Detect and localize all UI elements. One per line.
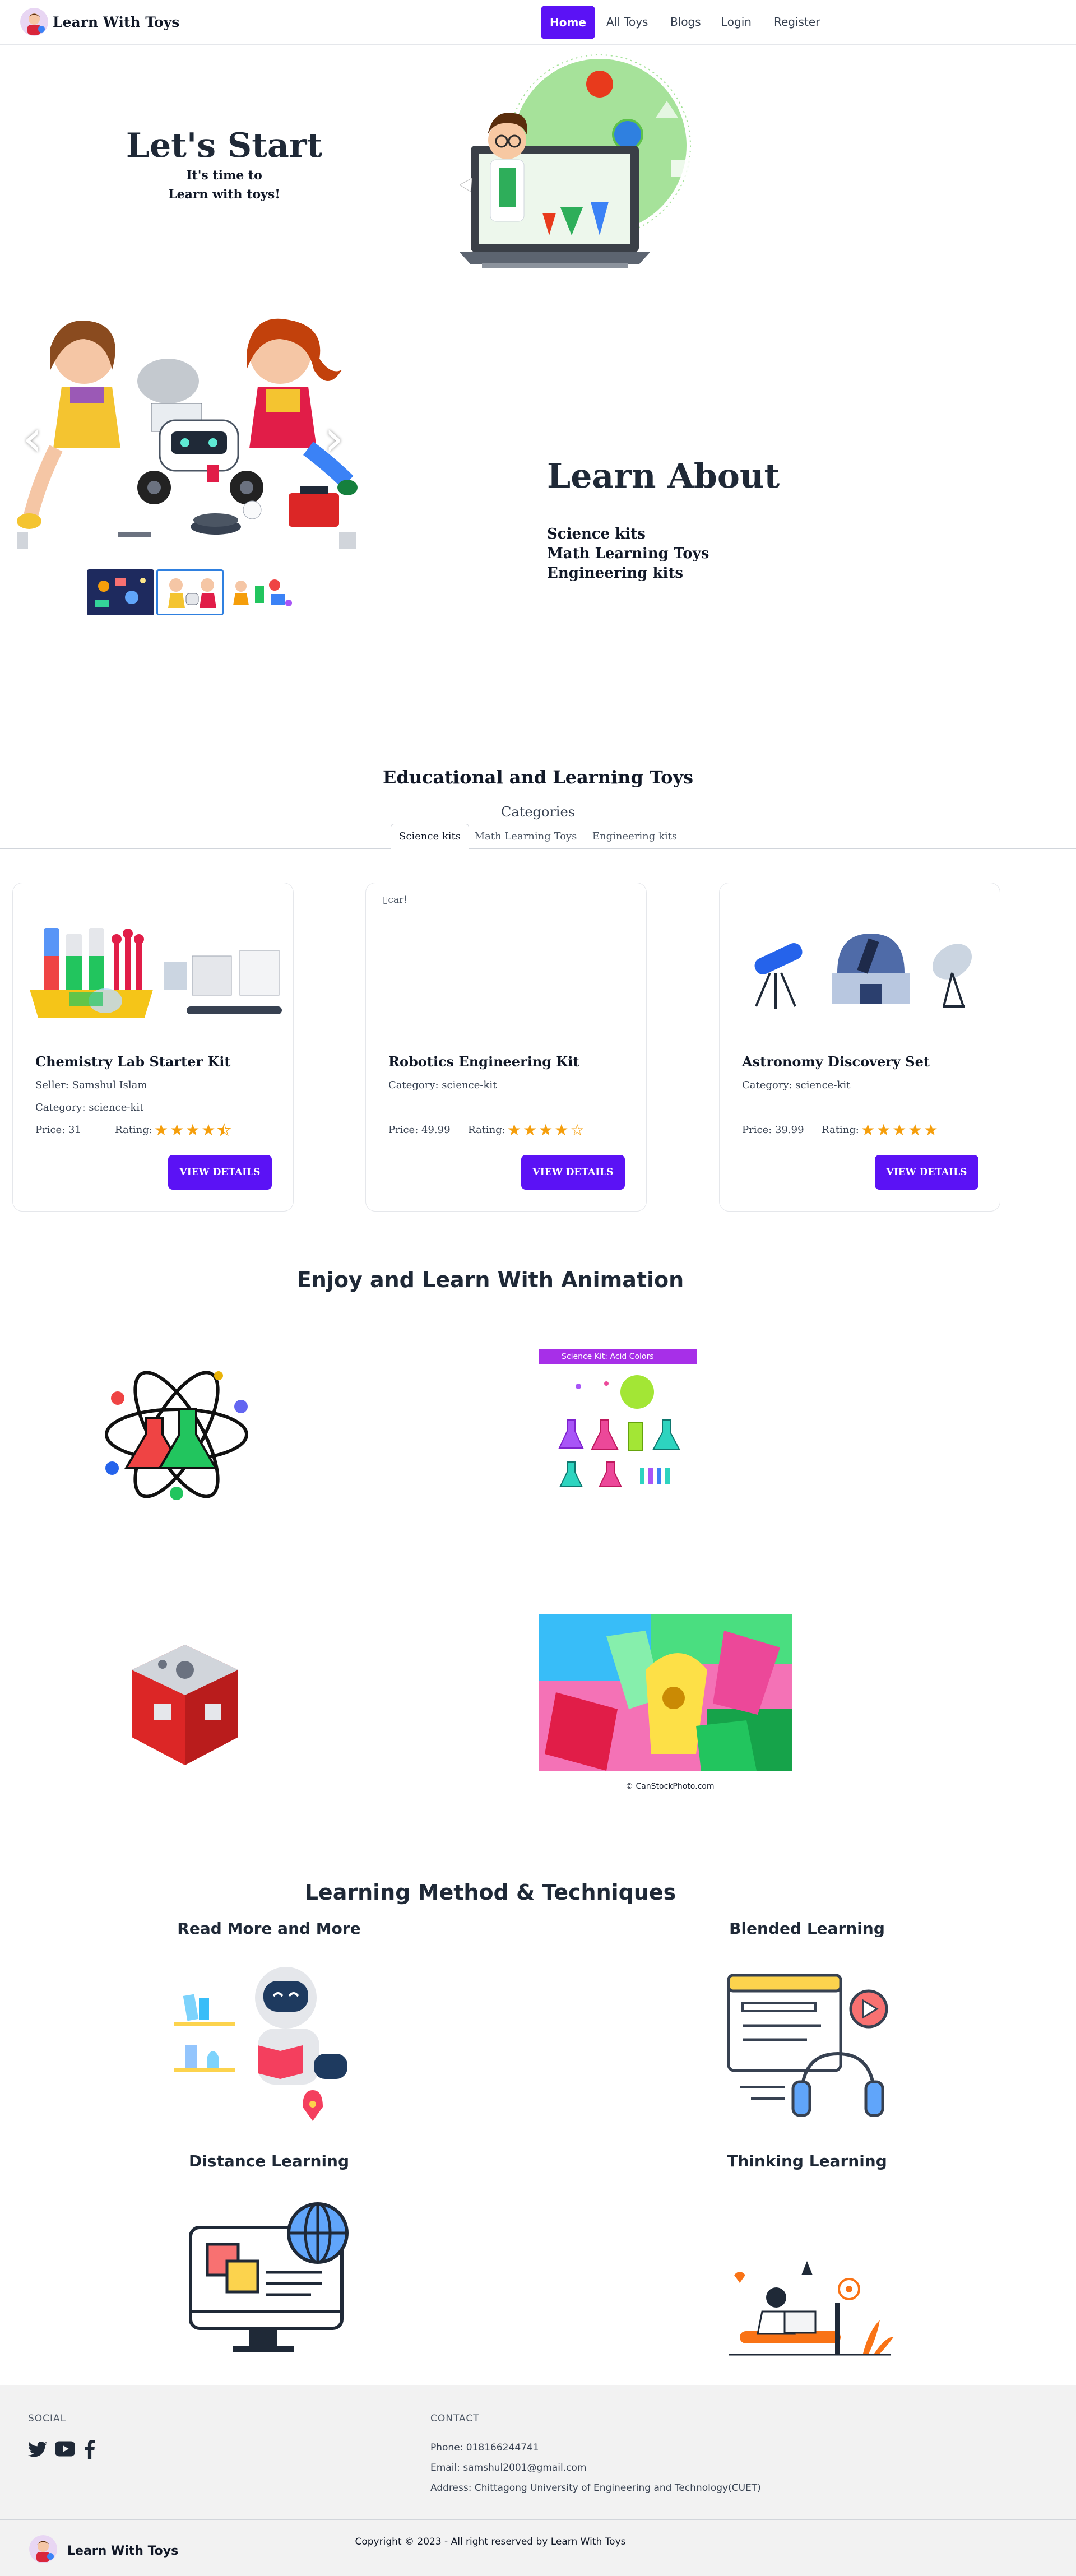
footer-divider bbox=[0, 2519, 1076, 2520]
carousel-next-arrow-icon[interactable]: › bbox=[324, 409, 344, 468]
robot-reading-illustration bbox=[174, 1956, 353, 2124]
twitter-icon[interactable] bbox=[28, 2441, 48, 2459]
nav-home-link[interactable]: Home bbox=[541, 6, 595, 39]
star-full-icon: ★ bbox=[523, 1121, 537, 1139]
footer-contact-heading: CONTACT bbox=[430, 2413, 480, 2424]
toy-card-title: Astronomy Discovery Set bbox=[742, 1053, 930, 1070]
facebook-icon[interactable] bbox=[84, 2440, 98, 2460]
hero-subtitle-line2: Learn with toys! bbox=[168, 187, 280, 202]
learn-about-item: Math Learning Toys bbox=[547, 545, 709, 562]
nav-register-link[interactable]: Register bbox=[774, 15, 820, 29]
blended-learning-illustration bbox=[723, 1970, 902, 2121]
brand-name[interactable]: Learn With Toys bbox=[53, 14, 179, 30]
hero-title: Let's Start bbox=[126, 126, 323, 165]
view-details-button[interactable]: VIEW DETAILS bbox=[521, 1155, 625, 1190]
tab-science-kits[interactable]: Science kits bbox=[391, 824, 469, 849]
nav-all-toys-link[interactable]: All Toys bbox=[606, 15, 648, 29]
broken-image-icon: ▯car! bbox=[383, 894, 407, 906]
learn-about-title: Learn About bbox=[547, 457, 780, 496]
star-full-icon: ★ bbox=[201, 1121, 216, 1139]
tab-math-learning-toys[interactable]: Math Learning Toys bbox=[474, 824, 578, 849]
method-title: Thinking Learning bbox=[727, 2152, 887, 2170]
star-full-icon: ★ bbox=[892, 1121, 907, 1139]
toy-card-category: Category: science-kit bbox=[388, 1079, 497, 1091]
star-full-icon: ★ bbox=[908, 1121, 922, 1139]
star-full-icon: ★ bbox=[507, 1121, 522, 1139]
animation-section-heading: Enjoy and Learn With Animation bbox=[296, 1268, 684, 1292]
cube-toy-animation bbox=[120, 1631, 252, 1776]
copyright-text: Copyright © 2023 - All right reserved by… bbox=[355, 2536, 626, 2547]
learn-about-item: Science kits bbox=[547, 526, 646, 542]
star-full-icon: ★ bbox=[170, 1121, 184, 1139]
carousel-slide-image bbox=[17, 308, 364, 560]
star-full-icon: ★ bbox=[554, 1121, 569, 1139]
footer-social-heading: SOCIAL bbox=[28, 2413, 67, 2424]
atom-flask-animation bbox=[101, 1362, 252, 1507]
thinking-learning-illustration bbox=[723, 2258, 897, 2362]
science-kit-banner-text: Science Kit: Acid Colors bbox=[562, 1352, 654, 1361]
toy-card-rating-label: Rating: bbox=[822, 1124, 859, 1136]
star-half-icon: ★ bbox=[217, 1121, 231, 1139]
broken-image-alt: car! bbox=[388, 894, 407, 906]
toy-card-image bbox=[731, 894, 990, 1034]
categories-label: Categories bbox=[501, 804, 575, 820]
tab-engineering-kits[interactable]: Engineering kits bbox=[588, 824, 681, 849]
image-credit: © CanStockPhoto.com bbox=[625, 1782, 715, 1791]
view-details-button[interactable]: VIEW DETAILS bbox=[168, 1155, 272, 1190]
youtube-icon[interactable] bbox=[55, 2441, 76, 2459]
star-empty-icon: ☆ bbox=[570, 1121, 585, 1139]
hero-illustration bbox=[458, 50, 712, 275]
carousel-thumbnail[interactable] bbox=[87, 569, 154, 615]
toy-card-price: Price: 39.99 bbox=[742, 1124, 804, 1136]
foam-letters-image bbox=[539, 1614, 792, 1782]
toy-card: Astronomy Discovery Set Category: scienc… bbox=[719, 883, 1000, 1212]
navbar: Learn With Toys Home All Toys Blogs Logi… bbox=[0, 0, 1076, 45]
toy-card-image bbox=[24, 894, 283, 1034]
learn-about-item: Engineering kits bbox=[547, 565, 684, 582]
toy-card-price: Price: 49.99 bbox=[388, 1124, 451, 1136]
carousel-thumbnail[interactable] bbox=[227, 569, 294, 615]
brand-logo[interactable] bbox=[20, 8, 48, 36]
toy-card: ▯car! Robotics Engineering Kit Category:… bbox=[365, 883, 647, 1212]
methods-section-heading: Learning Method & Techniques bbox=[304, 1880, 676, 1905]
method-title: Read More and More bbox=[177, 1919, 361, 1938]
toys-section-heading: Educational and Learning Toys bbox=[382, 767, 694, 788]
method-title: Distance Learning bbox=[188, 2152, 350, 2170]
star-full-icon: ★ bbox=[154, 1121, 169, 1139]
toy-card-price: Price: 31 bbox=[35, 1124, 81, 1136]
toy-card: Chemistry Lab Starter Kit Seller: Samshu… bbox=[12, 883, 294, 1212]
view-details-button[interactable]: VIEW DETAILS bbox=[875, 1155, 978, 1190]
hero-carousel[interactable]: ‹ › bbox=[17, 308, 364, 560]
carousel-thumbnail-active[interactable] bbox=[156, 569, 224, 615]
toy-card-title: Robotics Engineering Kit bbox=[388, 1053, 579, 1070]
science-kit-banner: Science Kit: Acid Colors bbox=[539, 1349, 697, 1364]
toy-card-image: ▯car! bbox=[377, 894, 636, 1034]
toy-card-category: Category: science-kit bbox=[35, 1102, 144, 1113]
toy-card-title: Chemistry Lab Starter Kit bbox=[35, 1053, 231, 1070]
star-full-icon: ★ bbox=[861, 1121, 875, 1139]
toy-card-category: Category: science-kit bbox=[742, 1079, 851, 1091]
footer-address: Address: Chittagong University of Engine… bbox=[430, 2482, 761, 2494]
toy-card-rating-stars: ★ ★ ★ ★ ☆ bbox=[507, 1122, 585, 1138]
acid-colors-animation bbox=[539, 1364, 697, 1498]
star-full-icon: ★ bbox=[876, 1121, 891, 1139]
footer-phone: Phone: 018166244741 bbox=[430, 2442, 539, 2453]
star-full-icon: ★ bbox=[924, 1121, 938, 1139]
footer: SOCIAL CONTACT Phone: 018166244741 Email… bbox=[0, 2385, 1076, 2576]
toy-card-rating-label: Rating: bbox=[468, 1124, 505, 1136]
method-title: Blended Learning bbox=[729, 1919, 885, 1938]
toy-card-rating-label: Rating: bbox=[115, 1124, 152, 1136]
star-full-icon: ★ bbox=[539, 1121, 553, 1139]
nav-login-link[interactable]: Login bbox=[721, 15, 752, 29]
toy-card-rating-stars: ★ ★ ★ ★ ★ bbox=[154, 1122, 231, 1138]
distance-learning-illustration bbox=[188, 2199, 356, 2365]
carousel-prev-arrow-icon[interactable]: ‹ bbox=[22, 409, 43, 468]
hero-subtitle-line1: It's time to bbox=[186, 168, 262, 183]
star-full-icon: ★ bbox=[185, 1121, 200, 1139]
nav-blogs-link[interactable]: Blogs bbox=[670, 15, 701, 29]
footer-email: Email: samshul2001@gmail.com bbox=[430, 2462, 587, 2473]
toy-card-seller: Seller: Samshul Islam bbox=[35, 1079, 147, 1091]
toy-card-rating-stars: ★ ★ ★ ★ ★ bbox=[861, 1122, 938, 1138]
